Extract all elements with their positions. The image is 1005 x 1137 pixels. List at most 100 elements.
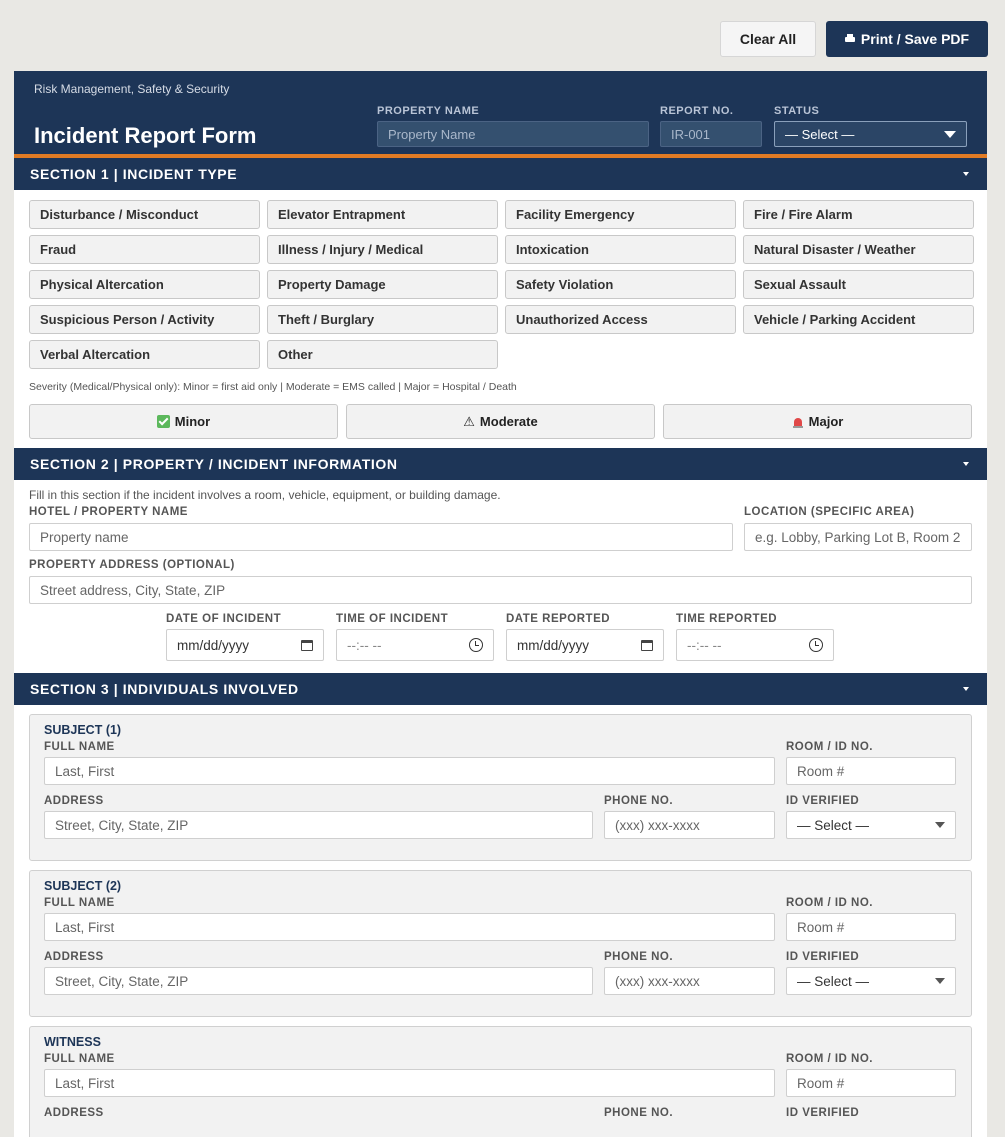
incident-type-option[interactable]: Elevator Entrapment [267, 200, 498, 229]
full-name-input[interactable]: Last, First [44, 913, 775, 941]
incident-type-option[interactable]: Physical Altercation [29, 270, 260, 299]
incident-type-option[interactable]: Illness / Injury / Medical [267, 235, 498, 264]
property-name-field: PROPERTY NAME Property Name [377, 105, 649, 147]
time-of-incident-input[interactable]: --:-- -- [336, 629, 494, 661]
phone-label: PHONE NO. [604, 1107, 674, 1119]
date-of-incident-input[interactable]: mm/dd/yyyy [166, 629, 324, 661]
warning-icon: ⚠ [463, 413, 475, 429]
phone-input[interactable]: (xxx) xxx-xxxx [604, 967, 775, 995]
status-label: STATUS [774, 105, 820, 117]
page-title: Incident Report Form [34, 123, 257, 148]
phone-input[interactable]: (xxx) xxx-xxxx [604, 811, 775, 839]
id-verified-select[interactable]: — Select — [786, 811, 956, 839]
incident-type-option[interactable]: Verbal Altercation [29, 340, 260, 369]
property-name-input[interactable]: Property Name [377, 121, 649, 147]
address-label: ADDRESS [44, 1107, 104, 1119]
full-name-label: FULL NAME [44, 741, 115, 753]
full-name-label: FULL NAME [44, 897, 115, 909]
severity-minor-button[interactable]: Minor [29, 404, 338, 439]
property-address-input[interactable]: Street address, City, State, ZIP [29, 576, 972, 604]
incident-type-option[interactable]: Facility Emergency [505, 200, 736, 229]
time-of-incident-value: --:-- -- [347, 637, 382, 653]
incident-type-option[interactable]: Suspicious Person / Activity [29, 305, 260, 334]
severity-moderate-button[interactable]: ⚠ Moderate [346, 404, 655, 439]
severity-note: Severity (Medical/Physical only): Minor … [29, 381, 517, 393]
incident-type-option[interactable]: Sexual Assault [743, 270, 974, 299]
status-select[interactable]: — Select — [774, 121, 967, 147]
incident-type-option[interactable]: Unauthorized Access [505, 305, 736, 334]
room-id-label: ROOM / ID NO. [786, 741, 873, 753]
location-input[interactable]: e.g. Lobby, Parking Lot B, Room 2 [744, 523, 972, 551]
incident-type-option[interactable]: Fraud [29, 235, 260, 264]
time-reported-input[interactable]: --:-- -- [676, 629, 834, 661]
print-save-pdf-label: Print / Save PDF [860, 31, 970, 47]
check-icon [156, 415, 170, 428]
room-id-input[interactable]: Room # [786, 1069, 956, 1097]
print-save-pdf-button[interactable]: Print / Save PDF [826, 21, 988, 57]
phone-label: PHONE NO. [604, 951, 674, 963]
date-of-incident-label: DATE OF INCIDENT [166, 613, 282, 625]
date-reported-label: DATE REPORTED [506, 613, 611, 625]
report-no-input[interactable]: IR-001 [660, 121, 762, 147]
full-name-input[interactable]: Last, First [44, 1069, 775, 1097]
id-verified-select[interactable]: — Select — [786, 967, 956, 995]
section-3-title: SECTION 3 | INDIVIDUALS INVOLVED [30, 681, 299, 697]
collapse-caret-icon [963, 687, 969, 691]
incident-type-option[interactable]: Theft / Burglary [267, 305, 498, 334]
incident-type-option[interactable]: Intoxication [505, 235, 736, 264]
date-reported-input[interactable]: mm/dd/yyyy [506, 629, 664, 661]
property-name-label: PROPERTY NAME [377, 105, 480, 117]
toolbar: Clear All Print / Save PDF [720, 21, 988, 57]
incident-type-option[interactable]: Natural Disaster / Weather [743, 235, 974, 264]
section-2-body: Fill in this section if the incident inv… [14, 480, 987, 661]
severity-major-label: Major [808, 414, 844, 429]
location-label: LOCATION (SPECIFIC AREA) [744, 506, 915, 518]
incident-type-option[interactable]: Safety Violation [505, 270, 736, 299]
full-name-input[interactable]: Last, First [44, 757, 775, 785]
room-id-input[interactable]: Room # [786, 757, 956, 785]
org-name: Risk Management, Safety & Security [34, 82, 230, 96]
id-verified-label: ID VERIFIED [786, 951, 860, 963]
address-label: ADDRESS [44, 795, 104, 807]
severity-major-button[interactable]: Major [663, 404, 972, 439]
address-input[interactable]: Street, City, State, ZIP [44, 967, 593, 995]
chevron-down-icon [944, 130, 956, 138]
hotel-property-label: HOTEL / PROPERTY NAME [29, 506, 188, 518]
clock-icon[interactable] [809, 638, 823, 652]
id-verified-value: — Select — [797, 973, 870, 989]
section-1-title: SECTION 1 | INCIDENT TYPE [30, 166, 238, 182]
date-time-row: DATE OF INCIDENT mm/dd/yyyy TIME OF INCI… [29, 613, 972, 661]
incident-type-option[interactable]: Other [267, 340, 498, 369]
form-header: Risk Management, Safety & Security Incid… [14, 71, 987, 158]
incident-type-option[interactable]: Disturbance / Misconduct [29, 200, 260, 229]
hotel-property-input[interactable]: Property name [29, 523, 733, 551]
date-of-incident-value: mm/dd/yyyy [177, 637, 250, 653]
section-3-header[interactable]: SECTION 3 | INDIVIDUALS INVOLVED [14, 673, 987, 705]
report-page: Risk Management, Safety & Security Incid… [14, 71, 987, 1137]
section-1-header[interactable]: SECTION 1 | INCIDENT TYPE [14, 158, 987, 190]
section-2-header[interactable]: SECTION 2 | PROPERTY / INCIDENT INFORMAT… [14, 448, 987, 480]
room-id-label: ROOM / ID NO. [786, 897, 873, 909]
room-id-input[interactable]: Room # [786, 913, 956, 941]
calendar-icon[interactable] [301, 639, 313, 651]
id-verified-label: ID VERIFIED [786, 795, 860, 807]
subject-1-card: SUBJECT (1) FULL NAME Last, First ROOM /… [29, 714, 972, 861]
clear-all-button[interactable]: Clear All [720, 21, 816, 57]
calendar-icon[interactable] [641, 639, 653, 651]
incident-type-option[interactable]: Property Damage [267, 270, 498, 299]
report-no-label: REPORT NO. [660, 105, 734, 117]
incident-type-option[interactable]: Vehicle / Parking Accident [743, 305, 974, 334]
chevron-down-icon [935, 978, 945, 984]
phone-label: PHONE NO. [604, 795, 674, 807]
incident-type-option[interactable]: Fire / Fire Alarm [743, 200, 974, 229]
clock-icon[interactable] [469, 638, 483, 652]
card-title: SUBJECT (1) [44, 723, 122, 737]
time-of-incident-label: TIME OF INCIDENT [336, 613, 449, 625]
witness-card: WITNESS FULL NAME Last, First ROOM / ID … [29, 1026, 972, 1137]
severity-moderate-label: Moderate [479, 414, 538, 429]
address-input[interactable]: Street, City, State, ZIP [44, 811, 593, 839]
section-2-title: SECTION 2 | PROPERTY / INCIDENT INFORMAT… [30, 456, 398, 472]
severity-minor-label: Minor [174, 414, 211, 429]
section-2-note: Fill in this section if the incident inv… [29, 488, 501, 502]
incident-type-grid: Disturbance / Misconduct Elevator Entrap… [14, 190, 987, 369]
